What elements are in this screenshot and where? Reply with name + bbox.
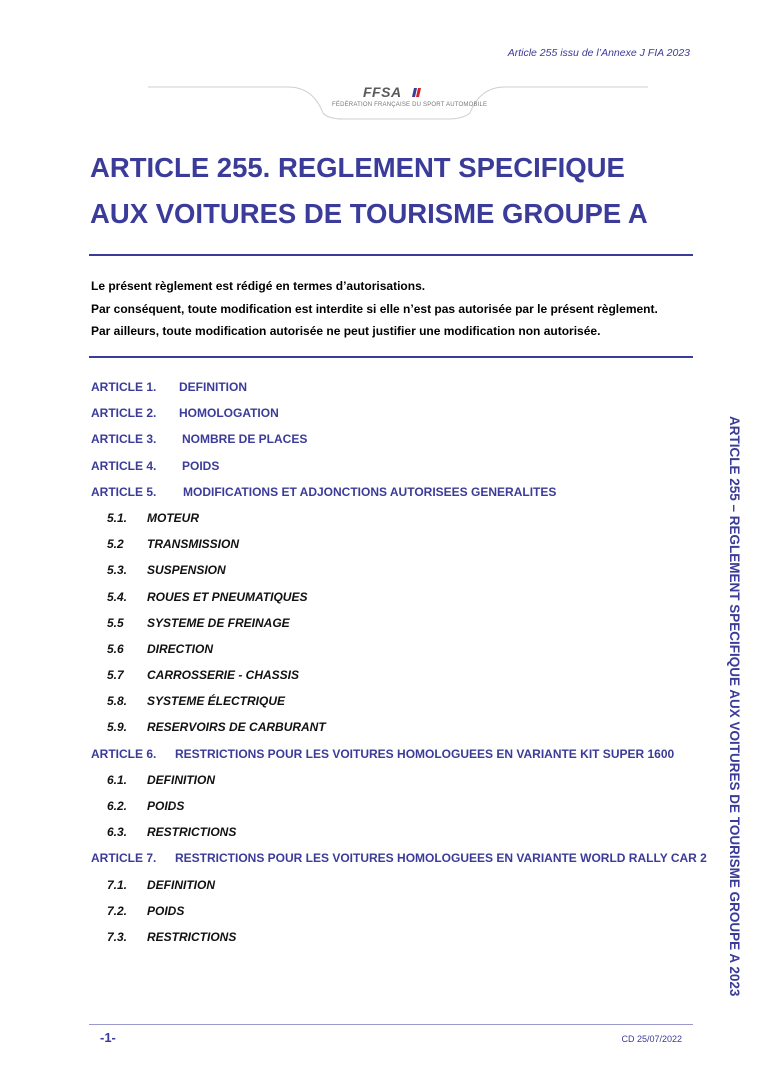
- toc-label: DIRECTION: [147, 641, 213, 656]
- page-number: -1-: [100, 1030, 116, 1045]
- toc-number: 5.9.: [107, 720, 128, 735]
- toc-number: 5.6: [107, 641, 124, 656]
- toc-section-5-7[interactable]: 5.7 CARROSSERIE - CHASSIS: [91, 665, 711, 691]
- toc-section-5-5[interactable]: 5.5 SYSTEME DE FREINAGE: [91, 613, 711, 639]
- toc-section-5-9[interactable]: 5.9. RESERVOIRS DE CARBURANT: [91, 717, 711, 743]
- toc-label: SYSTEME ÉLECTRIQUE: [147, 694, 286, 709]
- side-running-title: ARTICLE 255 – REGLEMENT SPECIFIQUE AUX V…: [727, 416, 742, 997]
- intro-line: Le présent règlement est rédigé en terme…: [91, 279, 426, 293]
- toc-label: RESERVOIRS DE CARBURANT: [147, 720, 326, 735]
- toc-label: HOMOLOGATION: [179, 406, 279, 421]
- toc-label: RESTRICTIONS: [147, 929, 237, 944]
- toc-number: 6.3.: [107, 825, 128, 840]
- toc-label: POIDS: [182, 458, 220, 473]
- toc-section-5-2[interactable]: 5.2 TRANSMISSION: [91, 534, 711, 560]
- toc-label: POIDS: [147, 903, 185, 918]
- toc-number: ARTICLE 4.: [91, 458, 157, 473]
- title-line-2: AUX VOITURES DE TOURISME GROUPE A: [90, 198, 648, 229]
- toc-label: DEFINITION: [147, 772, 215, 787]
- toc-label: RESTRICTIONS POUR LES VOITURES HOMOLOGUE…: [175, 851, 707, 866]
- toc-number: 7.1.: [107, 877, 128, 892]
- toc-label: RESTRICTIONS POUR LES VOITURES HOMOLOGUE…: [175, 746, 675, 761]
- logo-subtitle: FÉDÉRATION FRANÇAISE DU SPORT AUTOMOBILE: [332, 102, 488, 108]
- toc-number: 5.7: [107, 668, 124, 683]
- flag-icon: [412, 88, 421, 97]
- toc-label: MODIFICATIONS ET ADJONCTIONS AUTORISEES …: [183, 484, 557, 499]
- toc-number: 7.3.: [107, 929, 128, 944]
- toc-number: ARTICLE 5.: [91, 484, 157, 499]
- toc-label: ROUES ET PNEUMATIQUES: [147, 589, 308, 604]
- toc-label: DEFINITION: [147, 877, 215, 892]
- toc-label: DEFINITION: [179, 380, 247, 394]
- toc-article-3[interactable]: ARTICLE 3. NOMBRE DE PLACES: [91, 429, 711, 455]
- toc-section-7-2[interactable]: 7.2. POIDS: [91, 901, 711, 927]
- footer-date: CD 25/07/2022: [621, 1034, 682, 1044]
- toc-label: NOMBRE DE PLACES: [182, 432, 308, 447]
- toc-number: 6.2.: [107, 799, 128, 813]
- document-title: ARTICLE 255. REGLEMENT SPECIFIQUE AUX VO…: [90, 145, 710, 237]
- toc-section-5-6[interactable]: 5.6 DIRECTION: [91, 639, 711, 665]
- toc-section-5-3[interactable]: 5.3. SUSPENSION: [91, 560, 711, 586]
- toc-section-5-4[interactable]: 5.4. ROUES ET PNEUMATIQUES: [91, 587, 711, 613]
- toc-label: MOTEUR: [147, 510, 199, 525]
- header-note: Article 255 issu de l’Annexe J FIA 2023: [507, 47, 690, 59]
- toc-label: POIDS: [147, 799, 185, 813]
- toc-section-5-8[interactable]: 5.8. SYSTEME ÉLECTRIQUE: [91, 691, 711, 717]
- intro-divider: [89, 356, 693, 358]
- title-line-1: ARTICLE 255. REGLEMENT SPECIFIQUE: [90, 152, 625, 183]
- toc-number: ARTICLE 7.: [91, 851, 157, 866]
- toc-number: 5.5: [107, 615, 124, 630]
- intro-line: Par ailleurs, toute modification autoris…: [91, 324, 601, 338]
- toc-section-6-1[interactable]: 6.1. DEFINITION: [91, 770, 711, 796]
- toc-number: 5.8.: [107, 694, 128, 709]
- toc-article-7[interactable]: ARTICLE 7. RESTRICTIONS POUR LES VOITURES…: [91, 848, 711, 874]
- title-divider: [89, 254, 693, 256]
- toc-section-7-1[interactable]: 7.1. DEFINITION: [91, 875, 711, 901]
- toc-number: ARTICLE 3.: [91, 432, 157, 447]
- toc-label: RESTRICTIONS: [147, 825, 237, 840]
- toc-article-4[interactable]: ARTICLE 4. POIDS: [91, 456, 711, 482]
- toc-section-6-2[interactable]: 6.2. POIDS: [91, 796, 711, 822]
- table-of-contents: ARTICLE 1. DEFINITION ARTICLE 2. HOMOLOGAT…: [91, 377, 711, 953]
- toc-number: 7.2.: [107, 903, 128, 918]
- ffsa-logo: FFSA FÉDÉRATION FRANÇAISE DU SPORT AUTOM…: [148, 84, 648, 121]
- intro-line: Par conséquent, toute modification est i…: [91, 301, 658, 316]
- toc-label: SUSPENSION: [147, 563, 226, 578]
- toc-number: 5.3.: [107, 563, 128, 578]
- toc-label: SYSTEME DE FREINAGE: [147, 615, 290, 630]
- toc-label: CARROSSERIE - CHASSIS: [147, 668, 300, 683]
- footer-divider: [89, 1024, 693, 1025]
- toc-number: 5.1.: [107, 510, 128, 525]
- toc-number: 5.4.: [107, 589, 128, 604]
- toc-number: ARTICLE 6.: [91, 746, 157, 761]
- toc-number: ARTICLE 2.: [91, 406, 157, 421]
- toc-number: 5.2: [107, 537, 124, 552]
- toc-article-6[interactable]: ARTICLE 6. RESTRICTIONS POUR LES VOITURES…: [91, 744, 711, 770]
- toc-label: TRANSMISSION: [147, 537, 240, 552]
- toc-article-1[interactable]: ARTICLE 1. DEFINITION: [91, 377, 711, 403]
- intro-paragraph: Le présent règlement est rédigé en terme…: [91, 275, 701, 343]
- logo-wordmark: FFSA: [363, 84, 402, 100]
- toc-article-5[interactable]: ARTICLE 5. MODIFICATIONS ET ADJONCTIONS A…: [91, 482, 711, 508]
- toc-section-6-3[interactable]: 6.3. RESTRICTIONS: [91, 822, 711, 848]
- toc-number: 6.1.: [107, 772, 128, 787]
- toc-section-5-1[interactable]: 5.1. MOTEUR: [91, 508, 711, 534]
- toc-article-2[interactable]: ARTICLE 2. HOMOLOGATION: [91, 403, 711, 429]
- toc-number: ARTICLE 1.: [91, 380, 157, 394]
- toc-section-7-3[interactable]: 7.3. RESTRICTIONS: [91, 927, 711, 953]
